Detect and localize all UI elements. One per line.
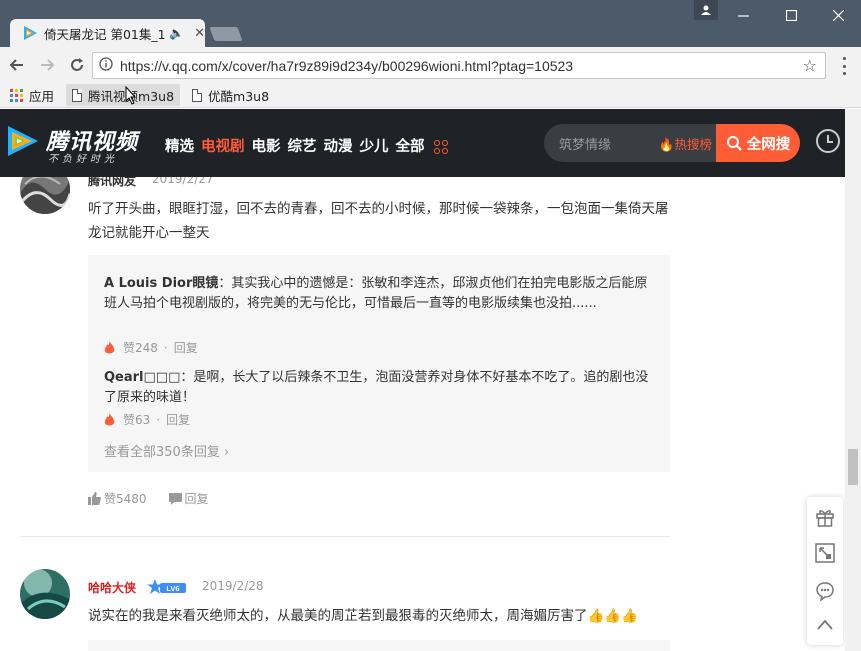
address-bar[interactable]: https://v.qq.com/x/cover/ha7r9z89i9d234y… xyxy=(92,52,826,79)
comment-reply-link[interactable]: 回复 xyxy=(185,490,209,507)
reply-likes[interactable]: 赞63 xyxy=(123,411,150,428)
nav-item-featured[interactable]: 精选 xyxy=(165,135,194,156)
tab-title: 倚天屠龙记 第01集_1 xyxy=(44,26,166,42)
url-text: https://v.qq.com/x/cover/ha7r9z89i9d234y… xyxy=(120,57,574,74)
reply-item: A Louis Dior眼镜：其实我心中的遗憾是：张敏和李连杰，邱淑贞他们在拍完… xyxy=(104,274,659,314)
browser-tab-strip: 倚天屠龙记 第01集_1 🔈 ✕ xyxy=(0,0,861,47)
flame-like-icon[interactable] xyxy=(104,412,115,427)
chrome-menu-icon[interactable] xyxy=(836,57,852,75)
chat-icon[interactable] xyxy=(815,581,835,601)
nav-item-variety[interactable]: 综艺 xyxy=(288,135,317,156)
mouse-cursor-icon xyxy=(125,85,137,110)
gift-icon[interactable] xyxy=(815,507,835,527)
search-input[interactable]: 筑梦情缘 🔥热搜榜 xyxy=(544,124,716,162)
site-slogan: 不负好时光 xyxy=(48,154,118,165)
reply-reply-link[interactable]: 回复 xyxy=(166,411,190,428)
tab-audio-icon[interactable]: 🔈 xyxy=(169,26,184,40)
all-grid-icon xyxy=(433,140,448,154)
reply-username[interactable]: Qearl□□□ xyxy=(104,370,180,385)
feedback-expand-icon[interactable] xyxy=(815,543,835,563)
reply-text: ：是啊，长大了以后辣条不卫生，泡面没营养对身体不好基本不吃了。追的剧也没了原来的… xyxy=(104,370,649,405)
reply-reply-link[interactable]: 回复 xyxy=(174,339,198,356)
nav-item-anime[interactable]: 动漫 xyxy=(324,135,353,156)
reload-icon[interactable] xyxy=(64,52,90,78)
minimize-button[interactable] xyxy=(720,0,766,30)
search-button[interactable]: 全网搜 xyxy=(716,124,800,162)
close-window-button[interactable] xyxy=(815,0,861,30)
tencent-video-logo-icon[interactable] xyxy=(6,124,40,158)
reply-meta: 赞248 · 回复 xyxy=(104,339,198,356)
bookmark-star-icon[interactable]: ☆ xyxy=(803,56,817,75)
site-header: 腾讯视频 不负好时光 精选 电视剧 电影 综艺 动漫 少儿 全部 筑梦情缘 🔥热… xyxy=(0,109,861,177)
avatar[interactable] xyxy=(20,177,70,214)
search-icon xyxy=(726,136,742,151)
apps-grid-icon xyxy=(10,88,23,102)
comment-username[interactable]: 腾讯网友 xyxy=(88,177,136,189)
comment-divider xyxy=(20,536,670,537)
comments-section: 腾讯网友 2019/2/27 听了开头曲，眼眶打湿，回不去的青春，回不去的小时候… xyxy=(0,177,845,651)
nav-item-tv[interactable]: 电视剧 xyxy=(201,135,245,156)
bookmark-apps[interactable]: 应用 xyxy=(4,84,60,106)
flame-icon: 🔥 xyxy=(658,136,675,152)
vip-level-badge-icon: LV6 xyxy=(147,579,186,594)
info-icon[interactable] xyxy=(99,56,113,75)
profile-icon[interactable] xyxy=(694,0,718,20)
history-clock-icon[interactable] xyxy=(816,129,840,153)
comment-text: 说实在的我是来看灭绝师太的，从最美的周芷若到最狠毒的灭绝师太，周海媚厉害了👍👍👍 xyxy=(88,608,638,624)
comment-username[interactable]: 哈哈大侠 xyxy=(88,579,136,596)
reply-box xyxy=(88,640,670,651)
forward-arrow-icon[interactable] xyxy=(34,52,60,78)
tab-close-icon[interactable]: ✕ xyxy=(194,26,205,41)
comment-likes[interactable]: 赞5480 xyxy=(104,490,147,507)
browser-toolbar: https://v.qq.com/x/cover/ha7r9z89i9d234y… xyxy=(0,47,861,83)
vip-level-label: LV6 xyxy=(166,584,179,593)
browser-tab[interactable]: 倚天屠龙记 第01集_1 🔈 ✕ xyxy=(10,19,205,47)
chevron-right-icon: › xyxy=(219,445,230,460)
reply-likes[interactable]: 赞248 xyxy=(123,339,158,356)
comment-date: 2019/2/28 xyxy=(202,579,264,593)
new-tab-button[interactable] xyxy=(209,27,243,41)
flame-like-icon[interactable] xyxy=(104,340,115,355)
nav-item-movie[interactable]: 电影 xyxy=(252,135,281,156)
main-nav: 精选 电视剧 电影 综艺 动漫 少儿 全部 xyxy=(165,135,462,156)
bookmark-tencent-m3u8[interactable]: 腾讯视频m3u8 xyxy=(66,84,181,106)
page-scrollbar[interactable] xyxy=(845,109,861,651)
page-icon xyxy=(72,88,83,102)
back-to-top-icon[interactable] xyxy=(815,615,835,635)
back-arrow-icon[interactable] xyxy=(4,52,30,78)
reply-username[interactable]: A Louis Dior眼镜 xyxy=(104,276,218,291)
view-all-replies-link[interactable]: 查看全部350条回复 › xyxy=(104,441,229,460)
reply-bubble-icon[interactable] xyxy=(168,492,182,505)
hot-search-link[interactable]: 🔥热搜榜 xyxy=(659,134,712,153)
avatar[interactable] xyxy=(20,569,70,619)
comment-date: 2019/2/27 xyxy=(152,177,214,186)
nav-item-all[interactable]: 全部 xyxy=(396,135,455,156)
comment-actions: 赞5480 回复 xyxy=(88,490,209,507)
reply-meta: 赞63 · 回复 xyxy=(104,411,190,428)
page-icon xyxy=(192,88,203,102)
nav-item-kids[interactable]: 少儿 xyxy=(360,135,389,156)
bookmark-youku-m3u8[interactable]: 优酷m3u8 xyxy=(186,84,275,106)
comment-text: 听了开头曲，眼眶打湿，回不去的青春，回不去的小时候，那时候一袋辣条，一包泡面一集… xyxy=(88,201,669,241)
tencent-video-favicon-icon xyxy=(22,25,38,41)
scrollbar-thumb[interactable] xyxy=(848,449,858,485)
search-placeholder: 筑梦情缘 xyxy=(559,137,612,153)
thumbs-up-icon[interactable] xyxy=(88,492,101,505)
reply-box: A Louis Dior眼镜：其实我心中的遗憾是：张敏和李连杰，邱淑贞他们在拍完… xyxy=(88,255,670,472)
reply-item: Qearl□□□：是啊，长大了以后辣条不卫生，泡面没营养对身体不好基本不吃了。追… xyxy=(104,368,659,408)
floating-side-toolbar xyxy=(807,497,843,645)
maximize-button[interactable] xyxy=(768,0,814,30)
